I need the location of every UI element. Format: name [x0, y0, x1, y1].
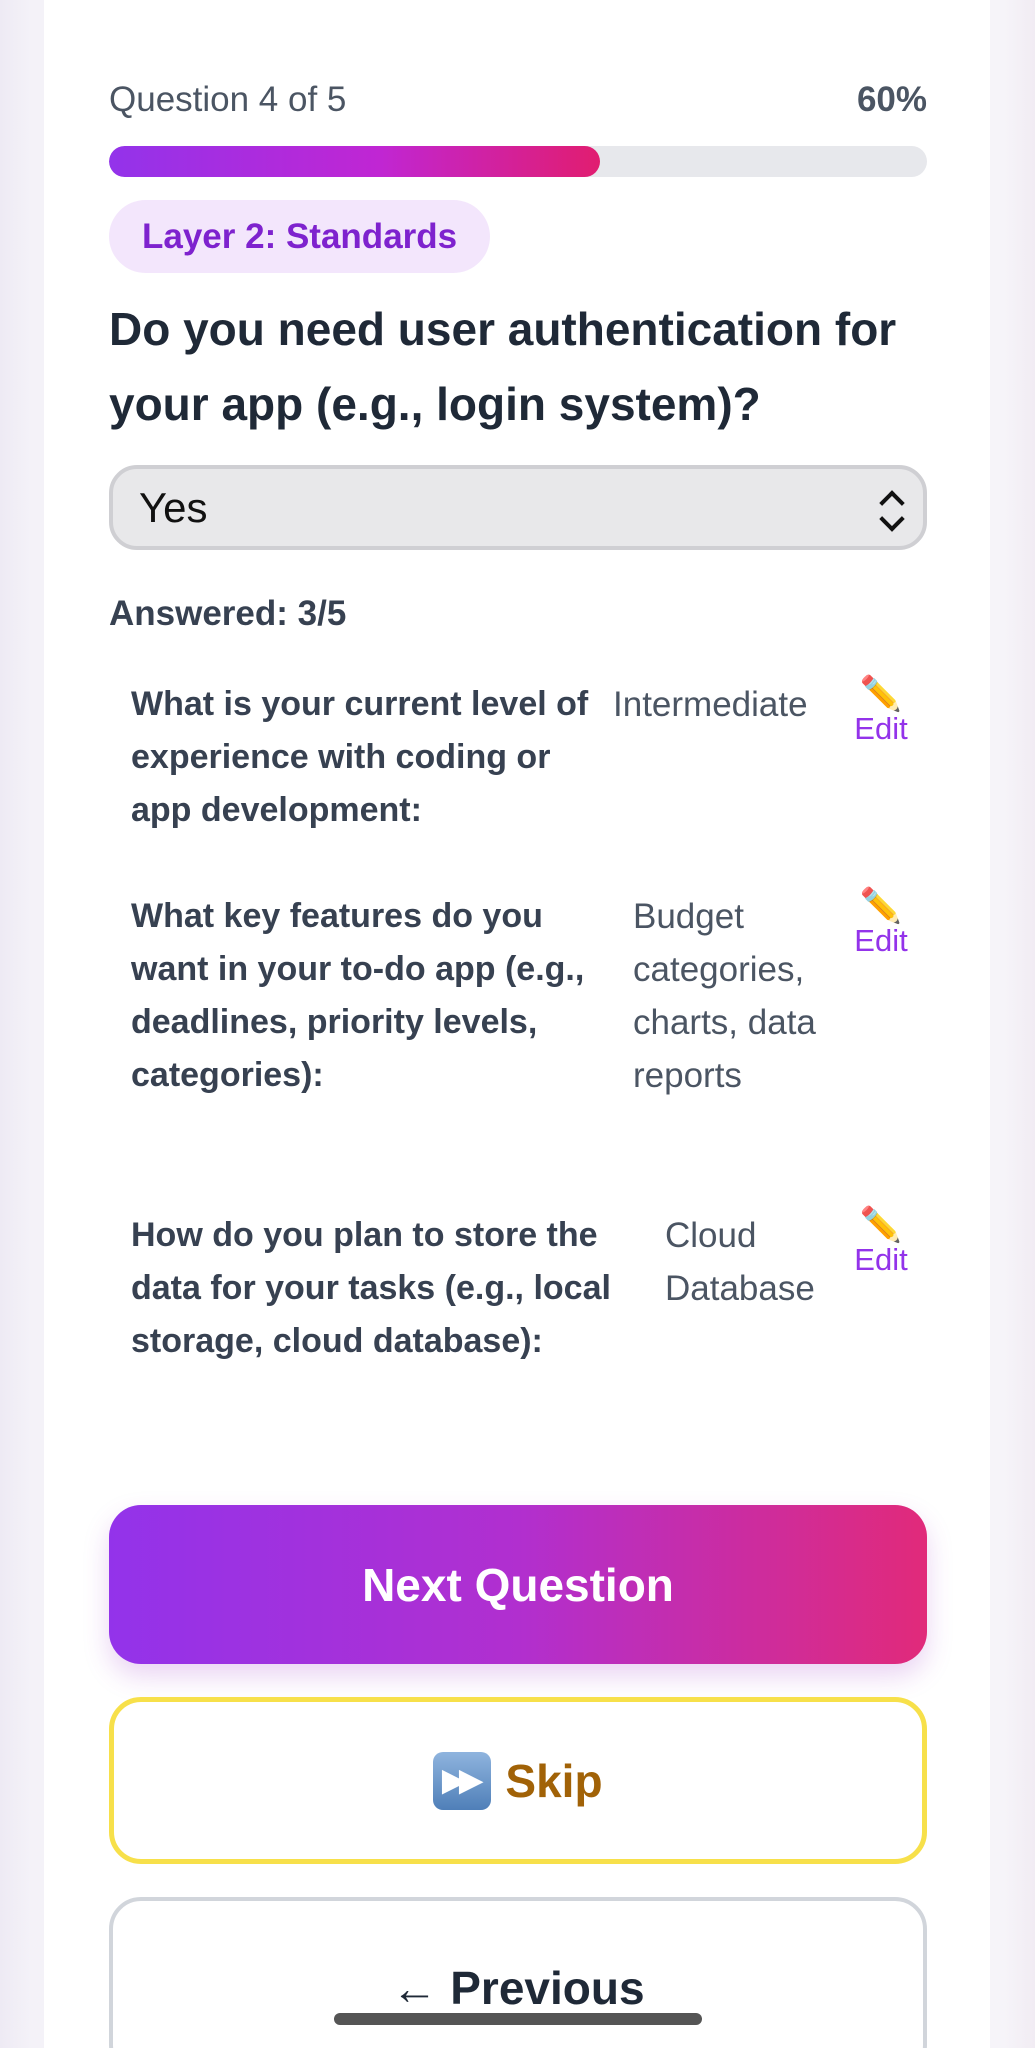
edit-button[interactable]: ✏️ Edit: [850, 1205, 912, 1278]
edit-button[interactable]: ✏️ Edit: [850, 674, 912, 747]
answered-value: Intermediate: [613, 685, 808, 724]
answered-question: How do you plan to store the data for yo…: [131, 1216, 611, 1360]
edit-label: Edit: [854, 1242, 908, 1277]
chevron-up-down-icon: [879, 488, 905, 532]
pencil-icon: ✏️: [859, 887, 903, 925]
skip-button[interactable]: ▶▶ Skip: [109, 1697, 927, 1864]
progress-bar: [109, 146, 927, 177]
edit-button[interactable]: ✏️ Edit: [850, 886, 912, 959]
question-text: Do you need user authentication for your…: [109, 303, 897, 430]
progress-percent: 60%: [856, 80, 927, 119]
home-indicator: [334, 2013, 702, 2025]
pencil-icon: ✏️: [859, 675, 903, 713]
answered-value: Budget categories, charts, data reports: [633, 897, 816, 1095]
screen: Question 4 of 5 60% Layer 2: Standards D…: [0, 0, 1035, 2048]
edit-label: Edit: [854, 923, 908, 958]
answered-value: Cloud Database: [665, 1216, 815, 1308]
progress-label: Question 4 of 5: [109, 80, 347, 119]
progress-header: Question 4 of 5 60%: [109, 78, 927, 122]
answered-count: Answered: 3/5: [109, 594, 347, 633]
next-question-label: Next Question: [362, 1558, 674, 1611]
previous-label: ← Previous: [391, 1962, 645, 2014]
question-card: Question 4 of 5 60% Layer 2: Standards D…: [44, 0, 990, 2048]
edit-label: Edit: [854, 711, 908, 746]
answered-question: What is your current level of experience…: [131, 685, 589, 829]
progress-fill: [109, 146, 600, 177]
layer-badge: Layer 2: Standards: [109, 200, 491, 273]
select-value: Yes: [139, 483, 208, 531]
pencil-icon: ✏️: [859, 1206, 903, 1244]
skip-label: Skip: [505, 1754, 603, 1807]
answered-question: What key features do you want in your to…: [131, 897, 585, 1094]
previous-button[interactable]: ← Previous: [109, 1897, 927, 2048]
next-track-icon: ▶▶: [433, 1751, 492, 1810]
next-question-button[interactable]: Next Question: [109, 1505, 927, 1664]
answer-select[interactable]: Yes: [109, 465, 927, 550]
